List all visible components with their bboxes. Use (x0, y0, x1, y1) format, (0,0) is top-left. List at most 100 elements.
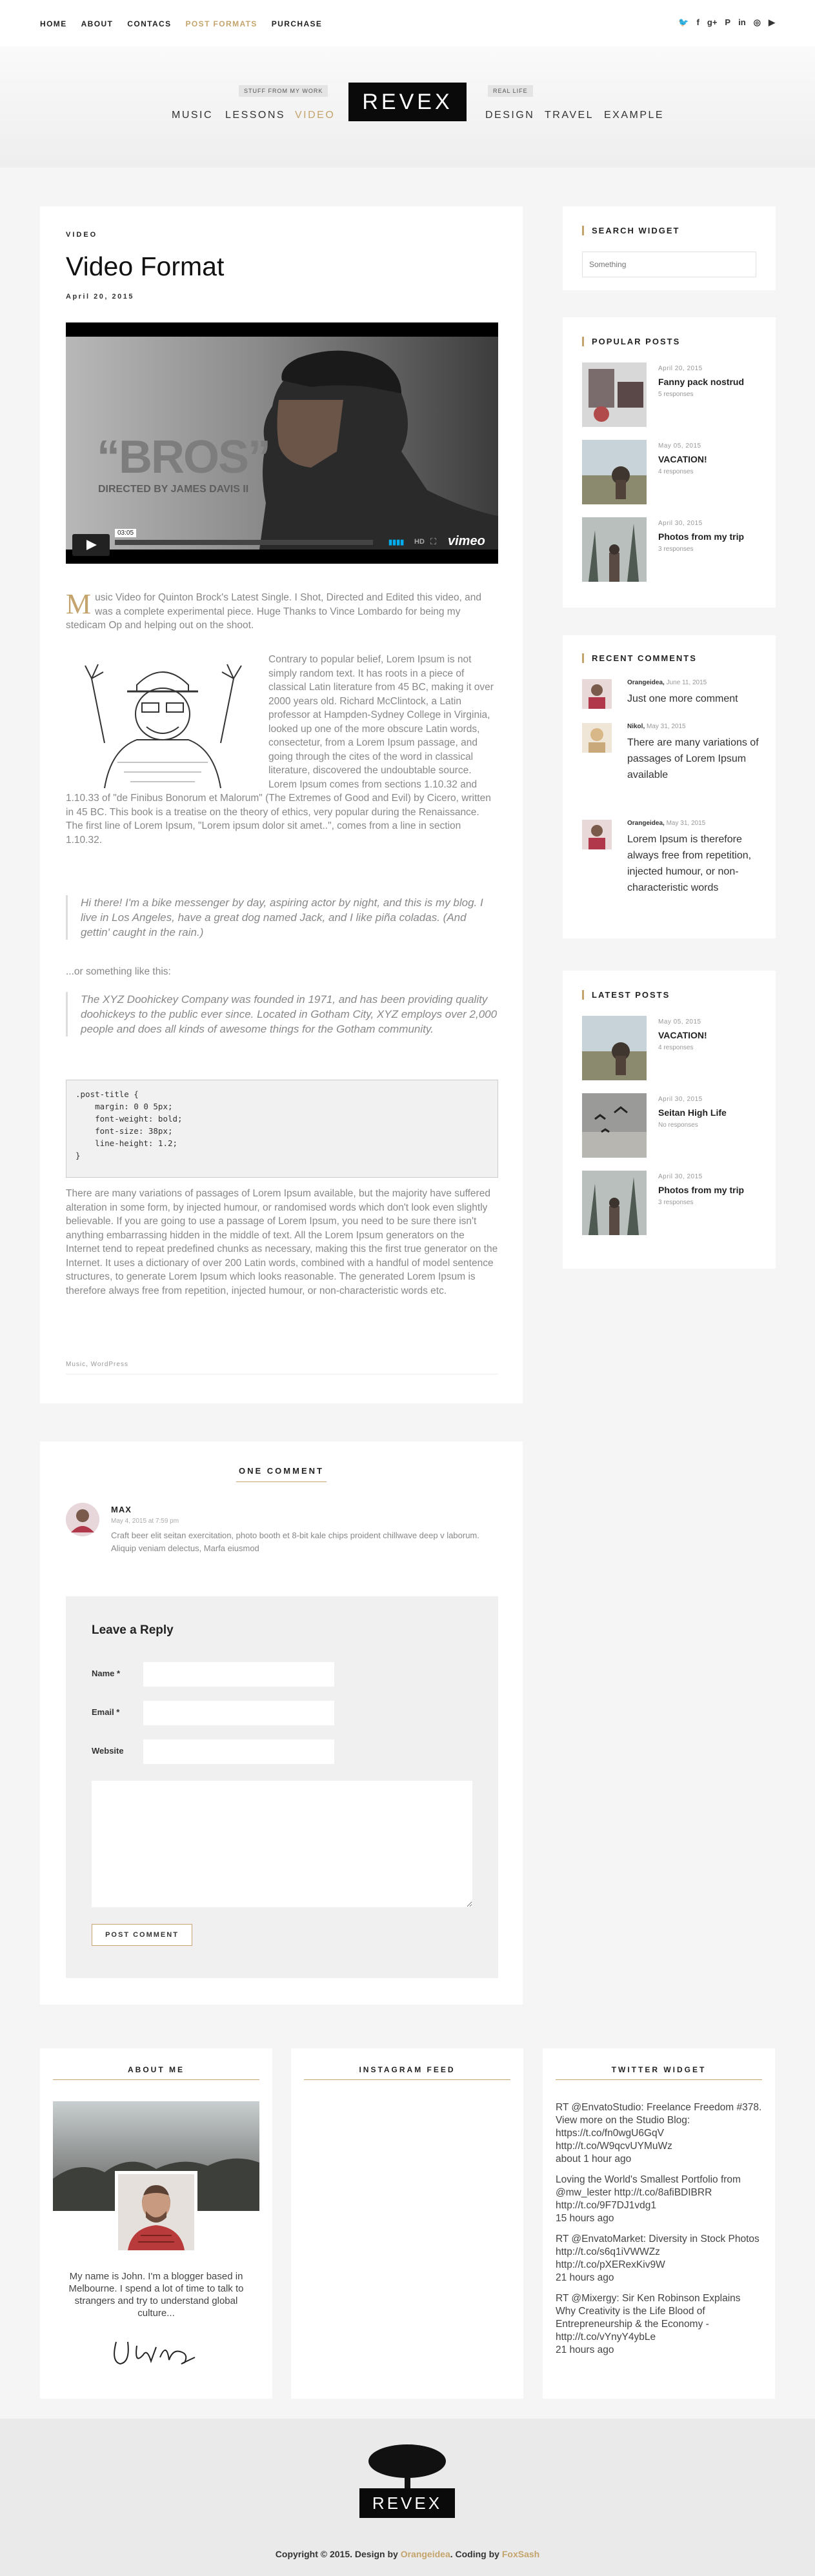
tweet-text[interactable]: RT @EnvatoStudio: Freelance Freedom #378… (556, 2101, 762, 2153)
email-field[interactable] (143, 1701, 334, 1725)
popular-post-date: April 30, 2015 (658, 520, 703, 527)
video-subtitle-overlay: DIRECTED BY JAMES DAVIS II (98, 484, 249, 495)
tree-logo-icon (368, 2444, 446, 2488)
top-nav: HOME ABOUT CONTACS POST FORMATS PURCHASE (40, 19, 322, 28)
latest-post-title[interactable]: VACATION! (658, 1030, 707, 1040)
reply-title: Leave a Reply (92, 1623, 174, 1637)
comment-textarea[interactable] (92, 1781, 472, 1907)
post-title: Video Format (66, 252, 225, 281)
tweet-text[interactable]: RT @EnvatoMarket: Diversity in Stock Pho… (556, 2233, 762, 2272)
latest-post-date: April 30, 2015 (658, 1096, 703, 1103)
comment-meta: Nikol, May 31, 2015 (627, 723, 686, 730)
popular-post-item[interactable]: April 30, 2015 Photos from my trip 3 res… (582, 517, 750, 582)
comment-meta: Orangeidea, June 11, 2015 (627, 679, 707, 686)
video-time: 03:05 (115, 529, 137, 537)
search-input[interactable] (582, 252, 756, 277)
nav-music[interactable]: MUSIC (172, 110, 213, 121)
latest-post-responses: No responses (658, 1122, 698, 1129)
avatar (582, 679, 612, 709)
volume-icon[interactable]: ▮▮▮▮ (388, 538, 404, 546)
linkedin-icon[interactable]: in (738, 17, 746, 28)
nav-video[interactable]: VIDEO (295, 110, 335, 121)
tweet-text[interactable]: Loving the World's Smallest Portfolio fr… (556, 2174, 762, 2212)
popular-post-date: April 20, 2015 (658, 365, 703, 372)
youtube-icon[interactable]: ▶ (769, 17, 775, 28)
instagram-widget: INSTAGRAM FEED (291, 2048, 523, 2399)
facebook-icon[interactable]: f (697, 17, 699, 28)
popular-post-thumb[interactable] (582, 362, 647, 427)
vimeo-logo[interactable]: vimeo (448, 534, 485, 549)
twitter-icon[interactable]: 🐦 (678, 17, 689, 28)
post-tags[interactable]: Music, WordPress (66, 1361, 128, 1368)
topnav-post-formats[interactable]: POST FORMATS (186, 19, 257, 28)
popular-post-title[interactable]: Fanny pack nostrud (658, 377, 744, 387)
name-field[interactable] (143, 1662, 334, 1687)
latest-post-thumb[interactable] (582, 1016, 647, 1080)
comment-text[interactable]: Just one more comment (627, 691, 763, 707)
play-button[interactable] (72, 534, 110, 556)
tweet-time: about 1 hour ago (556, 2154, 632, 2165)
nav-lessons[interactable]: LESSONS (225, 110, 285, 121)
nav-example[interactable]: EXAMPLE (604, 110, 664, 121)
site-logo[interactable]: REVEX (348, 83, 467, 121)
fullscreen-icon[interactable]: ⛶ (430, 537, 436, 547)
website-field[interactable] (143, 1739, 334, 1764)
coder-link[interactable]: FoxSash (502, 2549, 539, 2559)
video-player[interactable]: “BROS” DIRECTED BY JAMES DAVIS II 03:05 … (66, 322, 498, 564)
nav-design[interactable]: DESIGN (485, 110, 534, 121)
hd-icon[interactable]: HD (414, 538, 425, 546)
reply-form: Leave a Reply Name * Email * Website POS… (66, 1596, 498, 1978)
tweet-item: RT @EnvatoMarket: Diversity in Stock Pho… (556, 2233, 762, 2284)
popular-post-title[interactable]: Photos from my trip (658, 531, 744, 542)
topnav-contacs[interactable]: CONTACS (127, 19, 171, 28)
latest-post-item[interactable]: April 30, 2015 Seitan High Life No respo… (582, 1093, 750, 1158)
popular-post-thumb[interactable] (582, 517, 647, 582)
latest-post-item[interactable]: May 05, 2015 VACATION! 4 responses (582, 1016, 750, 1080)
recent-comment-item: Orangeidea, June 11, 2015 Just one more … (582, 679, 763, 718)
post-category[interactable]: VIDEO (66, 231, 97, 239)
video-progress-bar[interactable] (115, 540, 373, 545)
designer-link[interactable]: Orangeidea (401, 2549, 450, 2559)
google-plus-icon[interactable]: g+ (707, 17, 718, 28)
latest-post-item[interactable]: April 30, 2015 Photos from my trip 3 res… (582, 1171, 750, 1235)
latest-post-thumb[interactable] (582, 1093, 647, 1158)
comment-date: May 4, 2015 at 7:59 pm (111, 1518, 179, 1525)
avatar (582, 723, 612, 753)
comment-text[interactable]: There are many variations of passages of… (627, 735, 763, 783)
popular-post-item[interactable]: April 20, 2015 Fanny pack nostrud 5 resp… (582, 362, 750, 427)
video-title-overlay: “BROS” (97, 431, 271, 483)
website-label: Website (92, 1746, 124, 1756)
twitter-title: TWITTER WIDGET (611, 2065, 707, 2074)
comment-text[interactable]: Lorem Ipsum is therefore always free fro… (627, 831, 763, 896)
popular-post-item[interactable]: May 05, 2015 VACATION! 4 responses (582, 440, 750, 504)
latest-post-title[interactable]: Seitan High Life (658, 1107, 727, 1118)
post-comment-button[interactable]: POST COMMENT (92, 1924, 192, 1946)
popular-post-thumb[interactable] (582, 440, 647, 504)
topnav-about[interactable]: ABOUT (81, 19, 114, 28)
tweet-text[interactable]: RT @Mixergy: Sir Ken Robinson Explains W… (556, 2292, 762, 2344)
top-bar: HOME ABOUT CONTACS POST FORMATS PURCHASE… (0, 0, 815, 46)
pinterest-icon[interactable]: P (725, 17, 730, 28)
instagram-title: INSTAGRAM FEED (359, 2065, 456, 2074)
twitter-widget: TWITTER WIDGET RT @EnvatoStudio: Freelan… (543, 2048, 775, 2399)
nav-travel[interactable]: TRAVEL (545, 110, 594, 121)
avatar (66, 1503, 99, 1536)
avatar (582, 820, 612, 849)
instagram-icon[interactable]: ◎ (754, 17, 761, 28)
about-me-title: ABOUT ME (128, 2065, 185, 2074)
comment-body: Craft beer elit seitan exercitation, pho… (111, 1531, 479, 1553)
latest-post-date: May 05, 2015 (658, 1018, 701, 1025)
topnav-purchase[interactable]: PURCHASE (272, 19, 323, 28)
popular-post-title[interactable]: VACATION! (658, 454, 707, 464)
popular-posts-title: POPULAR POSTS (582, 337, 680, 346)
popular-post-responses: 4 responses (658, 468, 694, 475)
footer-logo[interactable]: REVEX (359, 2488, 455, 2518)
search-widget-title: SEARCH WIDGET (582, 226, 680, 235)
latest-post-title[interactable]: Photos from my trip (658, 1185, 744, 1195)
latest-post-thumb[interactable] (582, 1171, 647, 1235)
about-me-widget: ABOUT ME My name is John. I'm a blogger … (40, 2048, 272, 2399)
popular-post-responses: 5 responses (658, 391, 694, 398)
post-date: April 20, 2015 (66, 293, 134, 301)
latest-post-date: April 30, 2015 (658, 1173, 703, 1180)
topnav-home[interactable]: HOME (40, 19, 67, 28)
